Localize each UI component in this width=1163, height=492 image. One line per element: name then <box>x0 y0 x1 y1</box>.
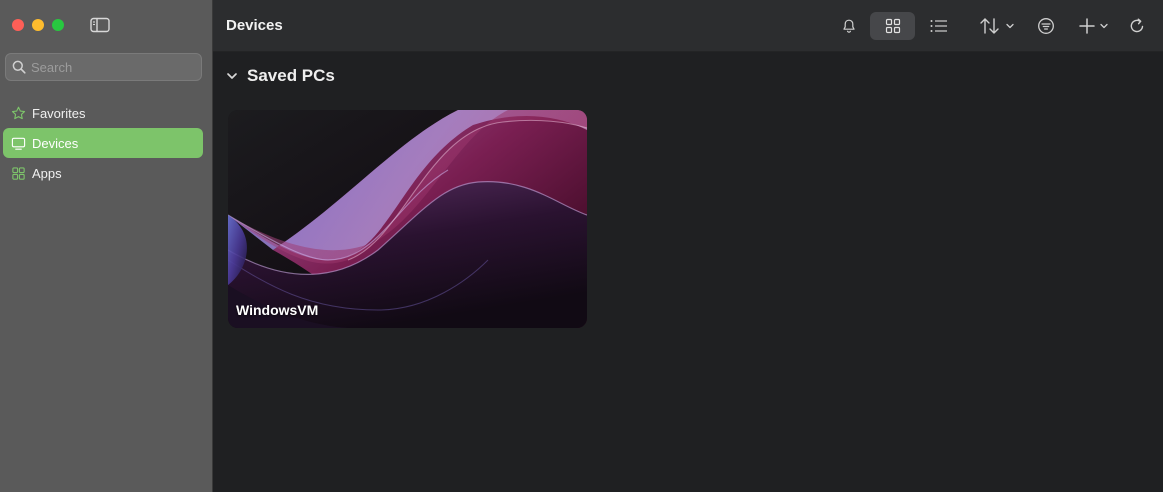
minimize-window-button[interactable] <box>32 19 44 31</box>
toolbar: Devices <box>213 0 1163 52</box>
sidebar-item-devices[interactable]: Devices <box>3 128 203 158</box>
apps-icon <box>10 165 26 181</box>
sidebar: Favorites Devices <box>0 0 213 492</box>
section-title: Saved PCs <box>247 66 335 85</box>
search-icon <box>12 60 26 74</box>
sort-button[interactable] <box>975 12 1019 40</box>
filter-icon <box>1038 18 1054 34</box>
refresh-icon <box>1130 18 1144 33</box>
add-icon <box>1078 18 1095 34</box>
add-button[interactable] <box>1073 12 1113 40</box>
monitor-icon <box>10 135 26 151</box>
list-view-icon <box>930 20 947 32</box>
sidebar-item-label: Devices <box>32 135 79 151</box>
page-title: Devices <box>226 17 283 34</box>
bell-icon <box>843 19 855 33</box>
list-view-button[interactable] <box>925 12 953 40</box>
main-content: Devices Saved PCs WindowsVM <box>213 0 1163 492</box>
section-header-saved-pcs[interactable]: Saved PCs <box>226 66 335 86</box>
app-window: Favorites Devices <box>0 0 1163 492</box>
star-icon <box>10 105 26 121</box>
grid-view-icon <box>885 18 900 34</box>
search-field[interactable] <box>5 53 202 81</box>
search-input[interactable] <box>31 59 191 75</box>
sidebar-item-label: Favorites <box>32 105 86 121</box>
filter-button[interactable] <box>1033 12 1059 40</box>
sidebar-item-apps[interactable]: Apps <box>3 158 203 188</box>
pc-name: WindowsVM <box>236 302 319 318</box>
sidebar-nav: Favorites Devices Apps <box>3 98 203 188</box>
maximize-window-button[interactable] <box>52 19 64 31</box>
sidebar-item-favorites[interactable]: Favorites <box>3 98 203 128</box>
refresh-button[interactable] <box>1124 12 1150 40</box>
pc-thumbnail <box>228 110 587 328</box>
grid-view-button[interactable] <box>870 12 915 40</box>
pc-card[interactable]: WindowsVM <box>228 110 587 328</box>
sort-icon <box>980 18 999 34</box>
chevron-down-icon <box>1006 23 1014 29</box>
sidebar-toggle-button[interactable] <box>89 16 111 34</box>
window-controls <box>12 19 64 31</box>
chevron-down-icon <box>1099 23 1108 29</box>
close-window-button[interactable] <box>12 19 24 31</box>
notifications-button[interactable] <box>837 12 861 40</box>
sidebar-toggle-icon <box>90 17 110 33</box>
sidebar-item-label: Apps <box>32 165 62 181</box>
chevron-down-icon <box>227 73 237 79</box>
